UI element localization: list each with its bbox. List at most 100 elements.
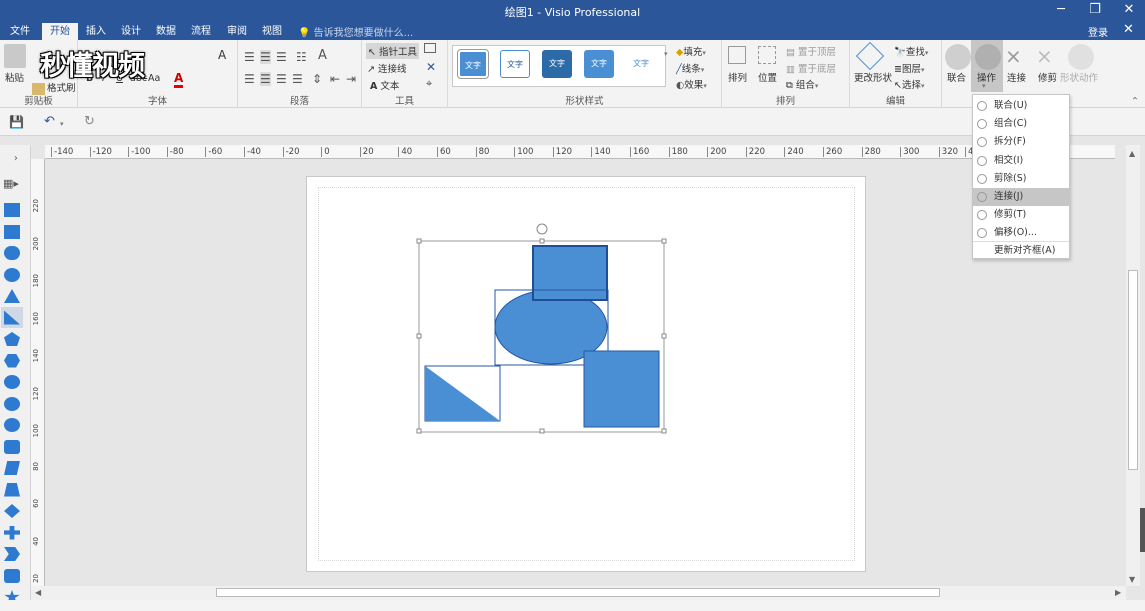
diagram-shapes[interactable] xyxy=(307,177,867,573)
align-center-icon[interactable]: ☰ xyxy=(260,72,271,86)
style-swatch-5[interactable]: 文字 xyxy=(626,50,656,78)
connect-icon[interactable]: ⨯ xyxy=(1005,44,1022,68)
align-middle-icon[interactable]: ☰ xyxy=(260,50,271,64)
pointer-tool-button[interactable]: ↖ 指针工具 xyxy=(366,43,420,59)
square-shape[interactable] xyxy=(583,350,660,428)
tab-shape-icon[interactable] xyxy=(4,568,20,583)
outdent-icon[interactable]: ⇤ xyxy=(330,72,340,86)
arrange-button[interactable]: 排列 xyxy=(728,70,747,84)
tab-process[interactable]: 流程 xyxy=(183,23,219,40)
align-bottom-icon[interactable]: ☰ xyxy=(276,50,287,64)
trim-button[interactable]: 修剪 xyxy=(1038,70,1057,84)
font-size-up-icon[interactable]: A xyxy=(218,48,226,62)
expand-pane-icon[interactable]: › xyxy=(14,153,18,164)
effect-button[interactable]: ◐效果▾ xyxy=(676,77,707,91)
select-button[interactable]: ↖选择▾ xyxy=(894,77,925,91)
justify-icon[interactable]: ☰ xyxy=(292,72,303,86)
text-tool-button[interactable]: A 文本 xyxy=(370,78,399,92)
font-color-button[interactable]: A xyxy=(174,71,184,88)
redo-icon[interactable]: ↻ xyxy=(84,114,95,129)
hexagon-icon[interactable] xyxy=(4,353,20,368)
group-button[interactable]: ⧉ 组合▾ xyxy=(786,77,818,91)
hscroll-thumb[interactable] xyxy=(216,588,940,597)
cross-icon[interactable] xyxy=(4,525,20,540)
scroll-left-icon[interactable]: ◀ xyxy=(35,588,41,597)
ellipse-icon[interactable] xyxy=(4,246,20,260)
scroll-down-icon[interactable]: ▼ xyxy=(1129,575,1135,584)
parallelogram-icon[interactable] xyxy=(4,461,20,475)
arrange-icon[interactable] xyxy=(728,46,746,64)
menu-item-7[interactable]: 偏移(O)... xyxy=(973,224,1069,242)
position-button[interactable]: 位置 xyxy=(758,70,777,84)
union-button[interactable]: 联合 xyxy=(947,70,966,84)
minimize-icon[interactable]: ─ xyxy=(1044,0,1078,22)
vertical-scrollbar[interactable]: ▲ ▼ xyxy=(1126,145,1140,586)
chevron-icon[interactable] xyxy=(4,547,20,561)
indent-icon[interactable]: ⇥ xyxy=(346,72,356,86)
triangle-icon[interactable] xyxy=(4,289,20,303)
text-direction-icon[interactable]: A xyxy=(318,48,327,63)
stencil-menu-icon[interactable]: ▦▸ xyxy=(3,177,19,190)
save-icon[interactable]: 💾 xyxy=(9,115,24,129)
connect-button[interactable]: 连接 xyxy=(1007,70,1026,84)
menu-item-0[interactable]: 联合(U) xyxy=(973,97,1069,115)
scroll-right-icon[interactable]: ▶ xyxy=(1115,588,1121,597)
horizontal-scrollbar[interactable]: ◀ ▶ xyxy=(31,586,1126,600)
side-resize-handle[interactable] xyxy=(1140,508,1145,552)
restore-icon[interactable]: ❐ xyxy=(1078,0,1112,22)
tab-view[interactable]: 视图 xyxy=(254,23,290,40)
fill-button[interactable]: ◆填充▾ xyxy=(676,44,706,58)
style-swatch-2[interactable]: 文字 xyxy=(500,50,530,78)
circle-icon[interactable] xyxy=(4,267,20,282)
tab-data[interactable]: 数据 xyxy=(148,23,184,40)
align-left-icon[interactable]: ☰ xyxy=(244,72,255,86)
gallery-more-icon[interactable]: ▾ xyxy=(664,48,668,59)
change-shape-icon[interactable] xyxy=(855,41,885,71)
top-rectangle-shape[interactable] xyxy=(532,245,608,301)
undo-icon[interactable]: ↶ xyxy=(44,114,55,129)
pentagon-icon[interactable] xyxy=(4,332,20,346)
position-icon[interactable] xyxy=(758,46,776,64)
tab-insert[interactable]: 插入 xyxy=(78,23,114,40)
layer-button[interactable]: ≣图层▾ xyxy=(894,61,925,75)
menu-item-4[interactable]: 剪除(S) xyxy=(973,170,1069,188)
close-x-icon[interactable]: ✕ xyxy=(426,60,436,74)
close-icon[interactable]: ✕ xyxy=(1112,0,1145,22)
shape-action-icon[interactable] xyxy=(1068,44,1094,70)
collapse-ribbon-icon[interactable]: ⌃ xyxy=(1131,96,1139,107)
undo-dropdown-icon[interactable]: ▾ xyxy=(60,118,64,129)
send-back-button[interactable]: ▥ 置于底层 xyxy=(786,61,836,75)
decagon-icon[interactable] xyxy=(4,418,20,432)
tab-design[interactable]: 设计 xyxy=(113,23,149,40)
tab-home[interactable]: 开始 xyxy=(42,23,78,40)
login-link[interactable]: 登录 xyxy=(1088,24,1108,39)
can-icon[interactable] xyxy=(4,439,20,454)
bring-front-button[interactable]: ▤ 置于顶层 xyxy=(786,44,836,58)
rotate-handle-icon[interactable] xyxy=(536,223,548,235)
paste-icon[interactable] xyxy=(4,44,26,68)
trapezoid-icon[interactable] xyxy=(4,482,20,497)
menu-item-3[interactable]: 相交(I) xyxy=(973,152,1069,170)
square-icon[interactable] xyxy=(4,224,20,239)
connector-tool-button[interactable]: ↗ 连接线 xyxy=(367,61,407,75)
style-swatch-1[interactable]: 文字 xyxy=(457,49,489,79)
shape-action-button[interactable]: 形状动作 xyxy=(1060,70,1098,84)
operation-button[interactable]: 操作 xyxy=(977,70,996,84)
style-swatch-4[interactable]: 文字 xyxy=(584,50,614,78)
menu-item-1[interactable]: 组合(C) xyxy=(973,115,1069,133)
drawing-page[interactable] xyxy=(306,176,866,572)
tell-me-search[interactable]: 💡 告诉我您想要做什么... xyxy=(298,24,413,39)
menu-item-2[interactable]: 拆分(F) xyxy=(973,133,1069,151)
change-case-button[interactable]: Aa xyxy=(148,73,160,84)
diamond-icon[interactable] xyxy=(4,504,20,518)
trim-icon[interactable]: ⨯ xyxy=(1036,44,1053,68)
vscroll-thumb[interactable] xyxy=(1128,270,1138,470)
drawing-canvas[interactable] xyxy=(45,160,1126,586)
union-icon[interactable] xyxy=(945,44,971,70)
tab-file[interactable]: 文件 xyxy=(2,23,38,40)
align-right-icon[interactable]: ☰ xyxy=(276,72,287,86)
align-top-icon[interactable]: ☰ xyxy=(244,50,255,64)
find-button[interactable]: 🔭查找▾ xyxy=(894,44,928,58)
octagon-icon[interactable] xyxy=(4,396,20,411)
style-swatch-3[interactable]: 文字 xyxy=(542,50,572,78)
